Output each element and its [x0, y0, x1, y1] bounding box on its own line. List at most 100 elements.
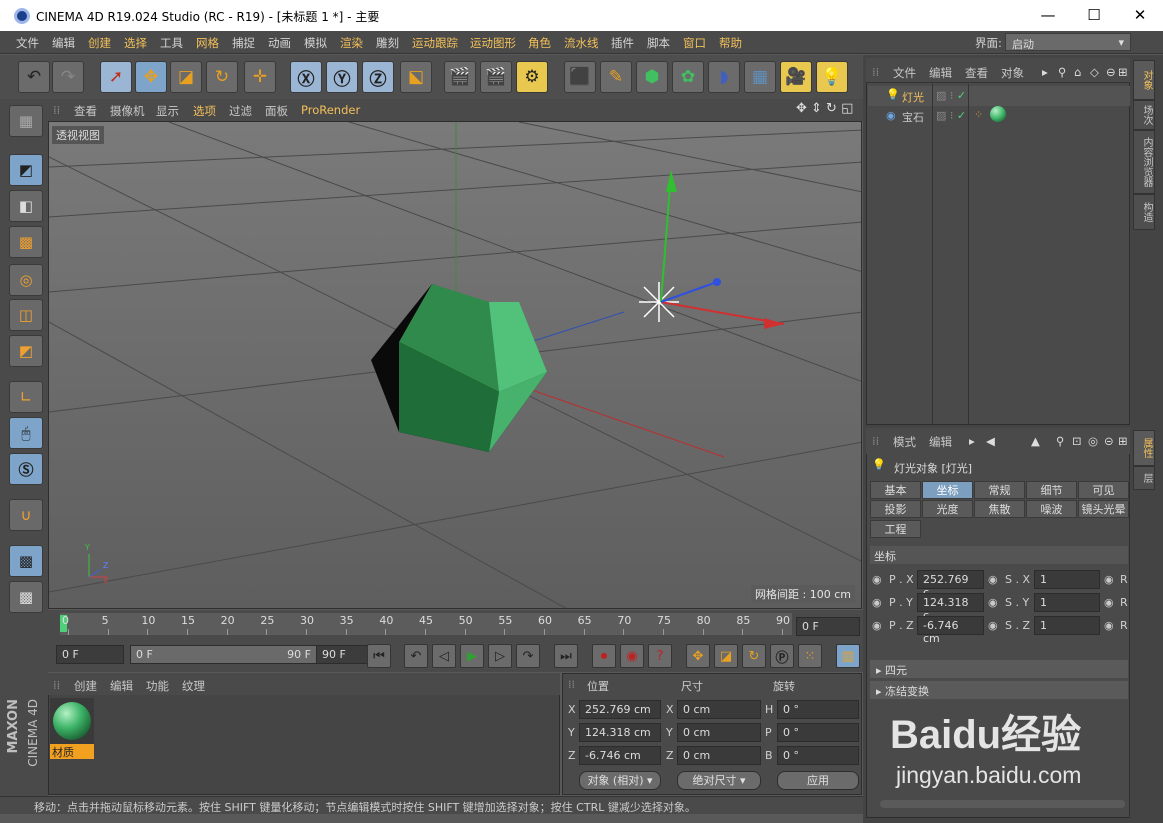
solo-icon[interactable]: Ⓢ: [9, 453, 43, 485]
viewport-nav-icons[interactable]: ✥ ⇕ ↻ ◱: [796, 101, 853, 116]
menu-help[interactable]: 帮助: [719, 35, 742, 51]
go-to-end-icon[interactable]: ⏭: [554, 644, 578, 668]
polygons-mode-icon[interactable]: ◩: [9, 335, 43, 367]
material-menu-edit[interactable]: 编辑: [110, 678, 133, 694]
axis-mode-icon[interactable]: ∟: [9, 381, 43, 413]
side-tab-takes[interactable]: 场次: [1133, 100, 1155, 130]
pos-z-field[interactable]: -6.746 cm: [579, 746, 661, 765]
render-picture-viewer-icon[interactable]: 🎬: [480, 61, 512, 93]
timeline-ruler[interactable]: 0 5 10 15 20 25 30 35 40 45 50 55 60 65 70 75 80 85 90: [60, 613, 792, 635]
menu-snap[interactable]: 捕捉: [232, 35, 255, 51]
more-arrow-icon[interactable]: ▸: [1042, 65, 1048, 79]
menu-simulate[interactable]: 模拟: [304, 35, 327, 51]
timeline-window-icon[interactable]: ▥: [836, 644, 860, 668]
coordinate-mode-dropdown[interactable]: 对象 (相对) ▾: [579, 771, 661, 790]
previous-key-icon[interactable]: ↶: [404, 644, 428, 668]
play-icon[interactable]: ▶: [460, 644, 484, 668]
viewport-menu-display[interactable]: 显示: [156, 103, 179, 119]
sz-radio[interactable]: ◉: [988, 619, 998, 632]
pz-field[interactable]: -6.746 cm: [917, 616, 984, 645]
group-quaternion[interactable]: ▸ 四元: [870, 660, 1128, 678]
tab-visibility[interactable]: 可见: [1078, 481, 1129, 499]
menu-render[interactable]: 渲染: [340, 35, 363, 51]
pz-radio[interactable]: ◉: [872, 619, 882, 632]
viewport-menu-cameras[interactable]: 摄像机: [110, 103, 145, 119]
tab-photometric[interactable]: 光度: [922, 500, 973, 518]
sz-field[interactable]: 1: [1034, 616, 1100, 635]
cloner-icon[interactable]: ✿: [672, 61, 704, 93]
viewport-menu-view[interactable]: 查看: [74, 103, 97, 119]
search-icon[interactable]: ⚲: [1056, 434, 1064, 448]
sx-field[interactable]: 1: [1034, 570, 1100, 589]
object-name-light[interactable]: 灯光: [902, 89, 924, 105]
more-arrow-icon[interactable]: ▸: [969, 434, 975, 448]
texture-mode-icon[interactable]: ◧: [9, 190, 43, 222]
perspective-viewport[interactable]: Y Z X 透视视图 网格间距 : 100 cm: [48, 121, 862, 609]
py-field[interactable]: 124.318 c: [917, 593, 984, 622]
menu-select[interactable]: 选择: [124, 35, 147, 51]
attribute-menu-mode[interactable]: 模式: [893, 434, 916, 450]
key-scale-icon[interactable]: ◪: [714, 644, 738, 668]
make-editable-icon[interactable]: ▦: [9, 105, 43, 137]
sy-radio[interactable]: ◉: [988, 596, 998, 609]
move-icon[interactable]: ✥: [135, 61, 167, 93]
size-z-field[interactable]: 0 cm: [677, 746, 761, 765]
tab-lens-glow[interactable]: 镜头光晕: [1078, 500, 1129, 518]
x-axis-icon[interactable]: Ⓧ: [290, 61, 322, 93]
rot-p-field[interactable]: 0 °: [777, 723, 859, 742]
scale-icon[interactable]: ◪: [170, 61, 202, 93]
next-key-icon[interactable]: ↷: [516, 644, 540, 668]
deformer-icon[interactable]: ◗: [708, 61, 740, 93]
ry-radio[interactable]: ◉: [1104, 596, 1114, 609]
pos-x-field[interactable]: 252.769 cm: [579, 700, 661, 719]
py-radio[interactable]: ◉: [872, 596, 882, 609]
menu-file[interactable]: 文件: [16, 35, 39, 51]
tab-general[interactable]: 常规: [974, 481, 1025, 499]
subdivision-icon[interactable]: ⬢: [636, 61, 668, 93]
lock-icon[interactable]: ⊡: [1072, 434, 1082, 448]
rotate-icon[interactable]: ↻: [206, 61, 238, 93]
maximize-button[interactable]: ☐: [1071, 0, 1117, 31]
pos-y-field[interactable]: 124.318 cm: [579, 723, 661, 742]
light-icon[interactable]: 💡: [816, 61, 848, 93]
lock-workplane-icon[interactable]: ▩: [9, 545, 43, 577]
key-rotation-icon[interactable]: ↻: [742, 644, 766, 668]
visibility-icon[interactable]: ▨ ⁝ ✓: [936, 109, 966, 122]
rx-radio[interactable]: ◉: [1104, 573, 1114, 586]
back-arrow-icon[interactable]: ◀: [986, 434, 995, 448]
start-frame-field[interactable]: 0 F: [56, 645, 124, 664]
menu-mesh[interactable]: 网格: [196, 35, 219, 51]
coordinate-system-icon[interactable]: ⬕: [400, 61, 432, 93]
material-item[interactable]: 材质: [50, 698, 94, 760]
new-window-icon[interactable]: ⊞: [1118, 434, 1128, 448]
key-position-icon[interactable]: ✥: [686, 644, 710, 668]
menu-script[interactable]: 脚本: [647, 35, 670, 51]
rz-radio[interactable]: ◉: [1104, 619, 1114, 632]
side-tab-layers[interactable]: 层: [1133, 466, 1155, 490]
menu-pipeline[interactable]: 流水线: [564, 35, 599, 51]
up-arrow-icon[interactable]: ▲: [1031, 434, 1040, 448]
tab-details[interactable]: 细节: [1026, 481, 1077, 499]
menu-plugins[interactable]: 插件: [611, 35, 634, 51]
tab-caustics[interactable]: 焦散: [974, 500, 1025, 518]
close-button[interactable]: ✕: [1117, 0, 1163, 31]
key-pla-icon[interactable]: ⁙: [798, 644, 822, 668]
apply-button[interactable]: 应用: [777, 771, 859, 790]
tab-basic[interactable]: 基本: [870, 481, 921, 499]
frame-range-slider[interactable]: 0 F 90 F: [130, 645, 320, 664]
material-menu-function[interactable]: 功能: [146, 678, 169, 694]
search-icon[interactable]: ⚲: [1058, 65, 1066, 79]
viewport-menu-prorender[interactable]: ProRender: [301, 103, 360, 117]
home-icon[interactable]: ⌂: [1074, 65, 1081, 79]
tab-shadow[interactable]: 投影: [870, 500, 921, 518]
redo-icon[interactable]: ↷: [52, 61, 84, 93]
snap-icon[interactable]: ∪: [9, 499, 43, 531]
menu-mograph[interactable]: 运动图形: [470, 35, 516, 51]
sy-field[interactable]: 1: [1034, 593, 1100, 612]
px-radio[interactable]: ◉: [872, 573, 882, 586]
pen-icon[interactable]: ✎: [600, 61, 632, 93]
points-mode-icon[interactable]: ◎: [9, 264, 43, 296]
settings-icon[interactable]: ⊝: [1104, 434, 1114, 448]
minimize-button[interactable]: —: [1025, 0, 1071, 31]
material-menu-create[interactable]: 创建: [74, 678, 97, 694]
